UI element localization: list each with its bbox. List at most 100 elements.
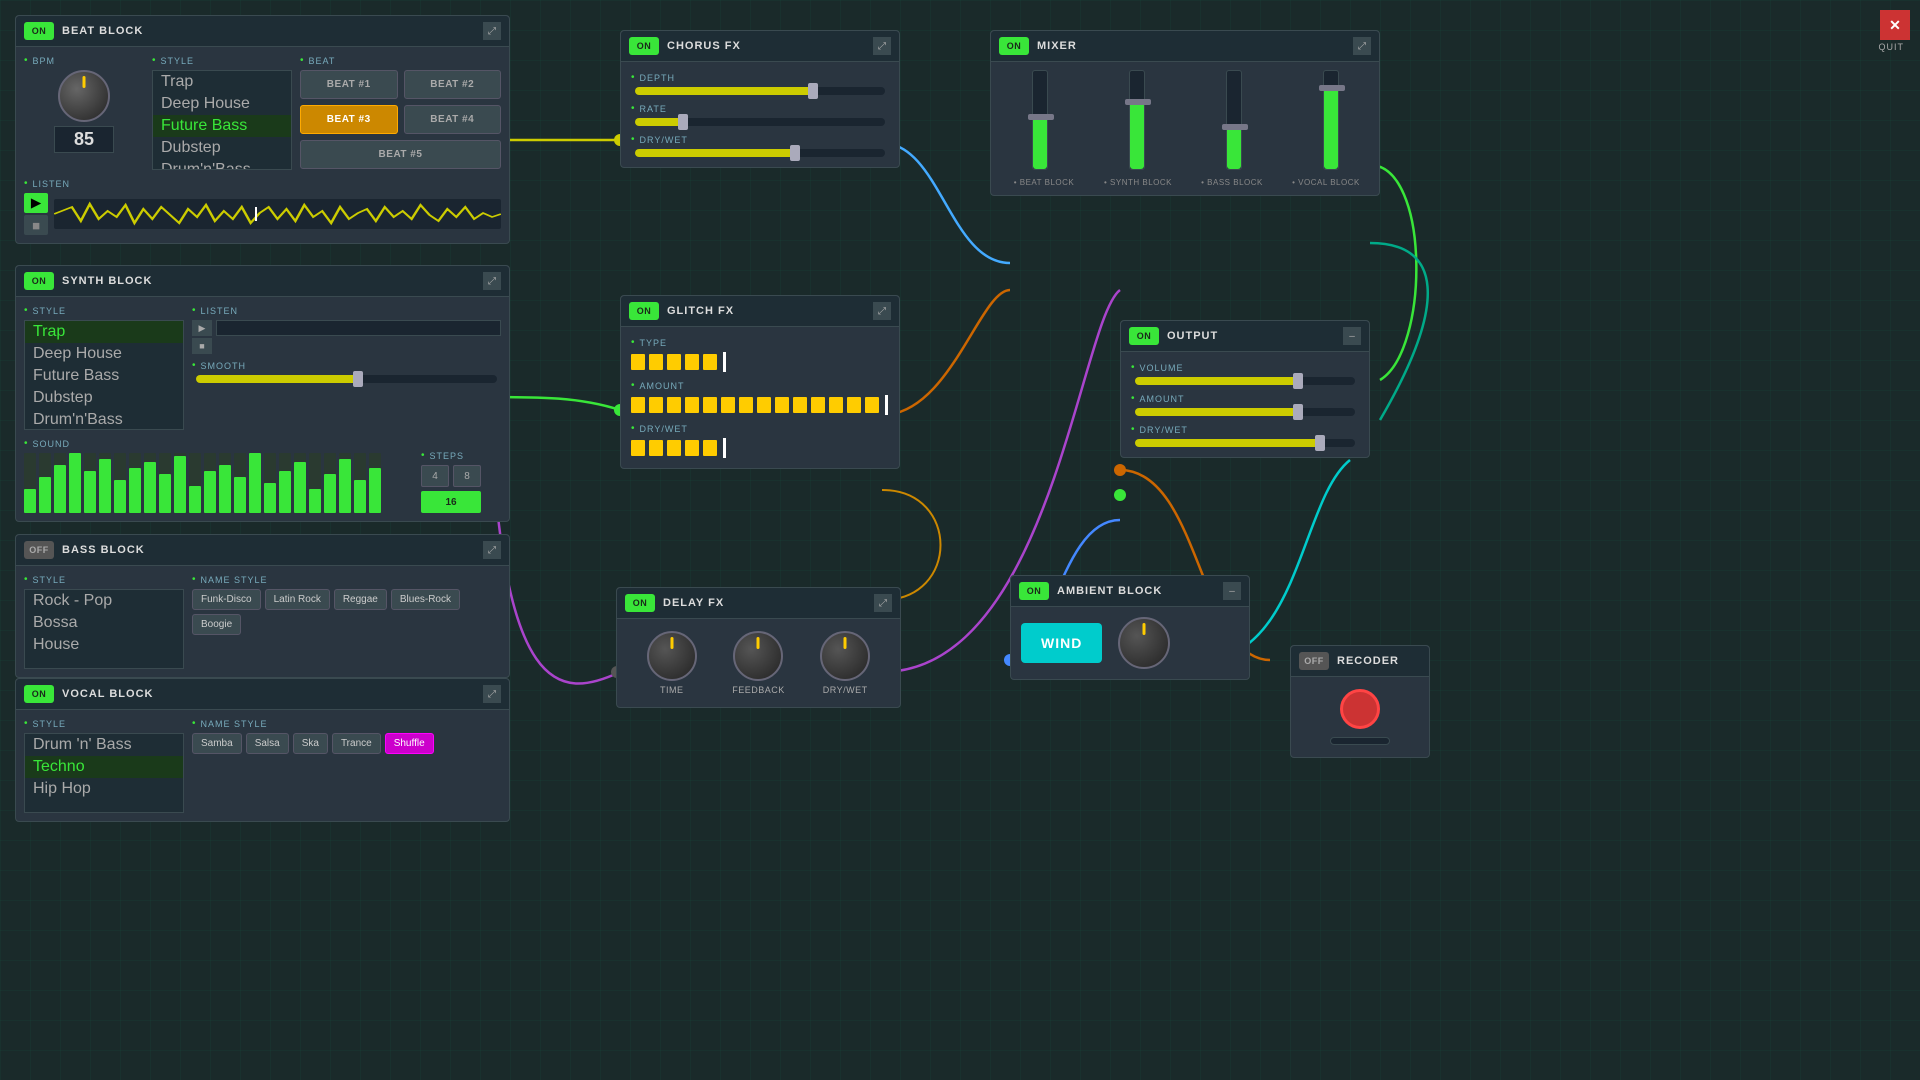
mixer-fader-synth[interactable]	[1129, 70, 1145, 170]
output-amount-slider[interactable]	[1135, 408, 1355, 416]
output-on-button[interactable]: ON	[1129, 327, 1159, 345]
step-bar-16[interactable]	[249, 453, 261, 513]
bass-style-rockpop[interactable]: Rock - Pop	[25, 590, 183, 612]
mixer-expand-button[interactable]: ⤢	[1353, 37, 1371, 55]
style-item-drumnbass[interactable]: Drum'n'Bass	[153, 159, 291, 170]
step-bar-1[interactable]	[24, 453, 36, 513]
step-bar-10[interactable]	[159, 453, 171, 513]
close-button[interactable]: ✕	[1880, 10, 1910, 40]
glitch-fx-on-button[interactable]: ON	[629, 302, 659, 320]
style-item-futurebass[interactable]: Future Bass	[153, 115, 291, 137]
synth-style-drumnbass[interactable]: Drum'n'Bass	[25, 409, 183, 430]
glitch-fx-expand-button[interactable]: ⤢	[873, 302, 891, 320]
style-list[interactable]: Trap Deep House Future Bass Dubstep Drum…	[152, 70, 292, 170]
smooth-slider[interactable]	[196, 375, 497, 383]
bass-block-on-button[interactable]: OFF	[24, 541, 54, 559]
vocal-name-samba[interactable]: Samba	[192, 733, 242, 754]
vocal-style-drumnbass[interactable]: Drum 'n' Bass	[25, 734, 183, 756]
bpm-knob[interactable]	[58, 70, 110, 122]
step-bar-19[interactable]	[294, 453, 306, 513]
synth-block-on-button[interactable]: ON	[24, 272, 54, 290]
output-expand-button[interactable]: –	[1343, 327, 1361, 345]
step-bar-11[interactable]	[174, 453, 186, 513]
steps-8-button[interactable]: 8	[453, 465, 481, 487]
synth-style-dubstep[interactable]: Dubstep	[25, 387, 183, 409]
step-bar-12[interactable]	[189, 453, 201, 513]
chorus-drywet-slider[interactable]	[635, 149, 885, 157]
bpm-value[interactable]: 85	[54, 126, 114, 153]
vocal-name-salsa[interactable]: Salsa	[246, 733, 289, 754]
step-bar-18[interactable]	[279, 453, 291, 513]
ambient-block-expand-button[interactable]: –	[1223, 582, 1241, 600]
vocal-name-trance[interactable]: Trance	[332, 733, 381, 754]
synth-stop-button[interactable]: ■	[192, 338, 212, 354]
step-bar-23[interactable]	[354, 453, 366, 513]
step-bar-21[interactable]	[324, 453, 336, 513]
mixer-on-button[interactable]: ON	[999, 37, 1029, 55]
synth-style-list[interactable]: Trap Deep House Future Bass Dubstep Drum…	[24, 320, 184, 430]
chorus-fx-on-button[interactable]: ON	[629, 37, 659, 55]
step-bar-3[interactable]	[54, 453, 66, 513]
beat-block-on-button[interactable]: ON	[24, 22, 54, 40]
step-bar-20[interactable]	[309, 453, 321, 513]
bass-style-list[interactable]: Rock - Pop Bossa House	[24, 589, 184, 669]
synth-block-expand-button[interactable]: ⤢	[483, 272, 501, 290]
bass-block-expand-button[interactable]: ⤢	[483, 541, 501, 559]
depth-slider[interactable]	[635, 87, 885, 95]
beat-block-expand-button[interactable]: ⤢	[483, 22, 501, 40]
feedback-knob[interactable]	[733, 631, 783, 681]
delay-fx-expand-button[interactable]: ⤢	[874, 594, 892, 612]
beat-button-1[interactable]: BEAT #1	[300, 70, 398, 99]
vocal-block-expand-button[interactable]: ⤢	[483, 685, 501, 703]
delay-drywet-knob[interactable]	[820, 631, 870, 681]
step-bar-17[interactable]	[264, 453, 276, 513]
vocal-style-hiphop[interactable]: Hip Hop	[25, 778, 183, 800]
bass-style-house[interactable]: House	[25, 634, 183, 656]
step-bar-14[interactable]	[219, 453, 231, 513]
record-button[interactable]	[1340, 689, 1380, 729]
style-item-dubstep[interactable]: Dubstep	[153, 137, 291, 159]
bass-name-bluesrock[interactable]: Blues-Rock	[391, 589, 460, 610]
chorus-fx-expand-button[interactable]: ⤢	[873, 37, 891, 55]
synth-style-deephouse[interactable]: Deep House	[25, 343, 183, 365]
steps-16-button[interactable]: 16	[421, 491, 481, 513]
style-item-deephouse[interactable]: Deep House	[153, 93, 291, 115]
style-item-trap[interactable]: Trap	[153, 71, 291, 93]
step-bar-5[interactable]	[84, 453, 96, 513]
mixer-fader-beat[interactable]	[1032, 70, 1048, 170]
step-bar-6[interactable]	[99, 453, 111, 513]
step-bar-15[interactable]	[234, 453, 246, 513]
step-bar-4[interactable]	[69, 453, 81, 513]
beat-button-2[interactable]: BEAT #2	[404, 70, 502, 99]
ambient-block-on-button[interactable]: ON	[1019, 582, 1049, 600]
beat-button-4[interactable]: BEAT #4	[404, 105, 502, 134]
steps-4-button[interactable]: 4	[421, 465, 449, 487]
step-bar-9[interactable]	[144, 453, 156, 513]
beat-button-3[interactable]: BEAT #3	[300, 105, 398, 134]
step-bar-2[interactable]	[39, 453, 51, 513]
vocal-name-shuffle[interactable]: Shuffle	[385, 733, 434, 754]
bass-name-reggae[interactable]: Reggae	[334, 589, 387, 610]
synth-style-trap[interactable]: Trap	[25, 321, 183, 343]
step-bar-24[interactable]	[369, 453, 381, 513]
bass-name-boogie[interactable]: Boogie	[192, 614, 241, 635]
step-bar-22[interactable]	[339, 453, 351, 513]
bass-name-latinrock[interactable]: Latin Rock	[265, 589, 330, 610]
step-bar-7[interactable]	[114, 453, 126, 513]
time-knob[interactable]	[647, 631, 697, 681]
vocal-name-ska[interactable]: Ska	[293, 733, 328, 754]
ambient-knob[interactable]	[1118, 617, 1170, 669]
stop-button[interactable]: ■	[24, 215, 48, 235]
vocal-block-on-button[interactable]: ON	[24, 685, 54, 703]
delay-fx-on-button[interactable]: ON	[625, 594, 655, 612]
wind-button[interactable]: WIND	[1021, 623, 1102, 663]
rate-slider[interactable]	[635, 118, 885, 126]
synth-style-futurebass[interactable]: Future Bass	[25, 365, 183, 387]
step-bar-8[interactable]	[129, 453, 141, 513]
volume-slider[interactable]	[1135, 377, 1355, 385]
bass-style-bossa[interactable]: Bossa	[25, 612, 183, 634]
vocal-style-techno[interactable]: Techno	[25, 756, 183, 778]
synth-play-button[interactable]: ▶	[192, 320, 212, 336]
mixer-fader-bass[interactable]	[1226, 70, 1242, 170]
beat-button-5[interactable]: BEAT #5	[300, 140, 501, 169]
